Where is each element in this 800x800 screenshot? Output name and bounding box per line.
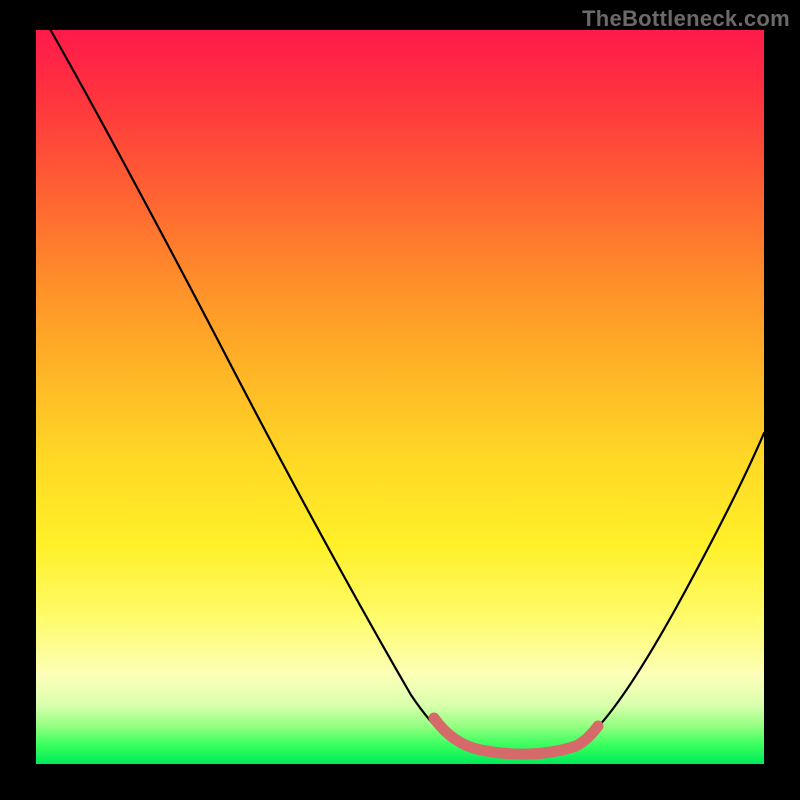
watermark-text: TheBottleneck.com — [582, 6, 790, 32]
plot-gradient-background — [36, 30, 764, 764]
chart-frame: TheBottleneck.com — [0, 0, 800, 800]
